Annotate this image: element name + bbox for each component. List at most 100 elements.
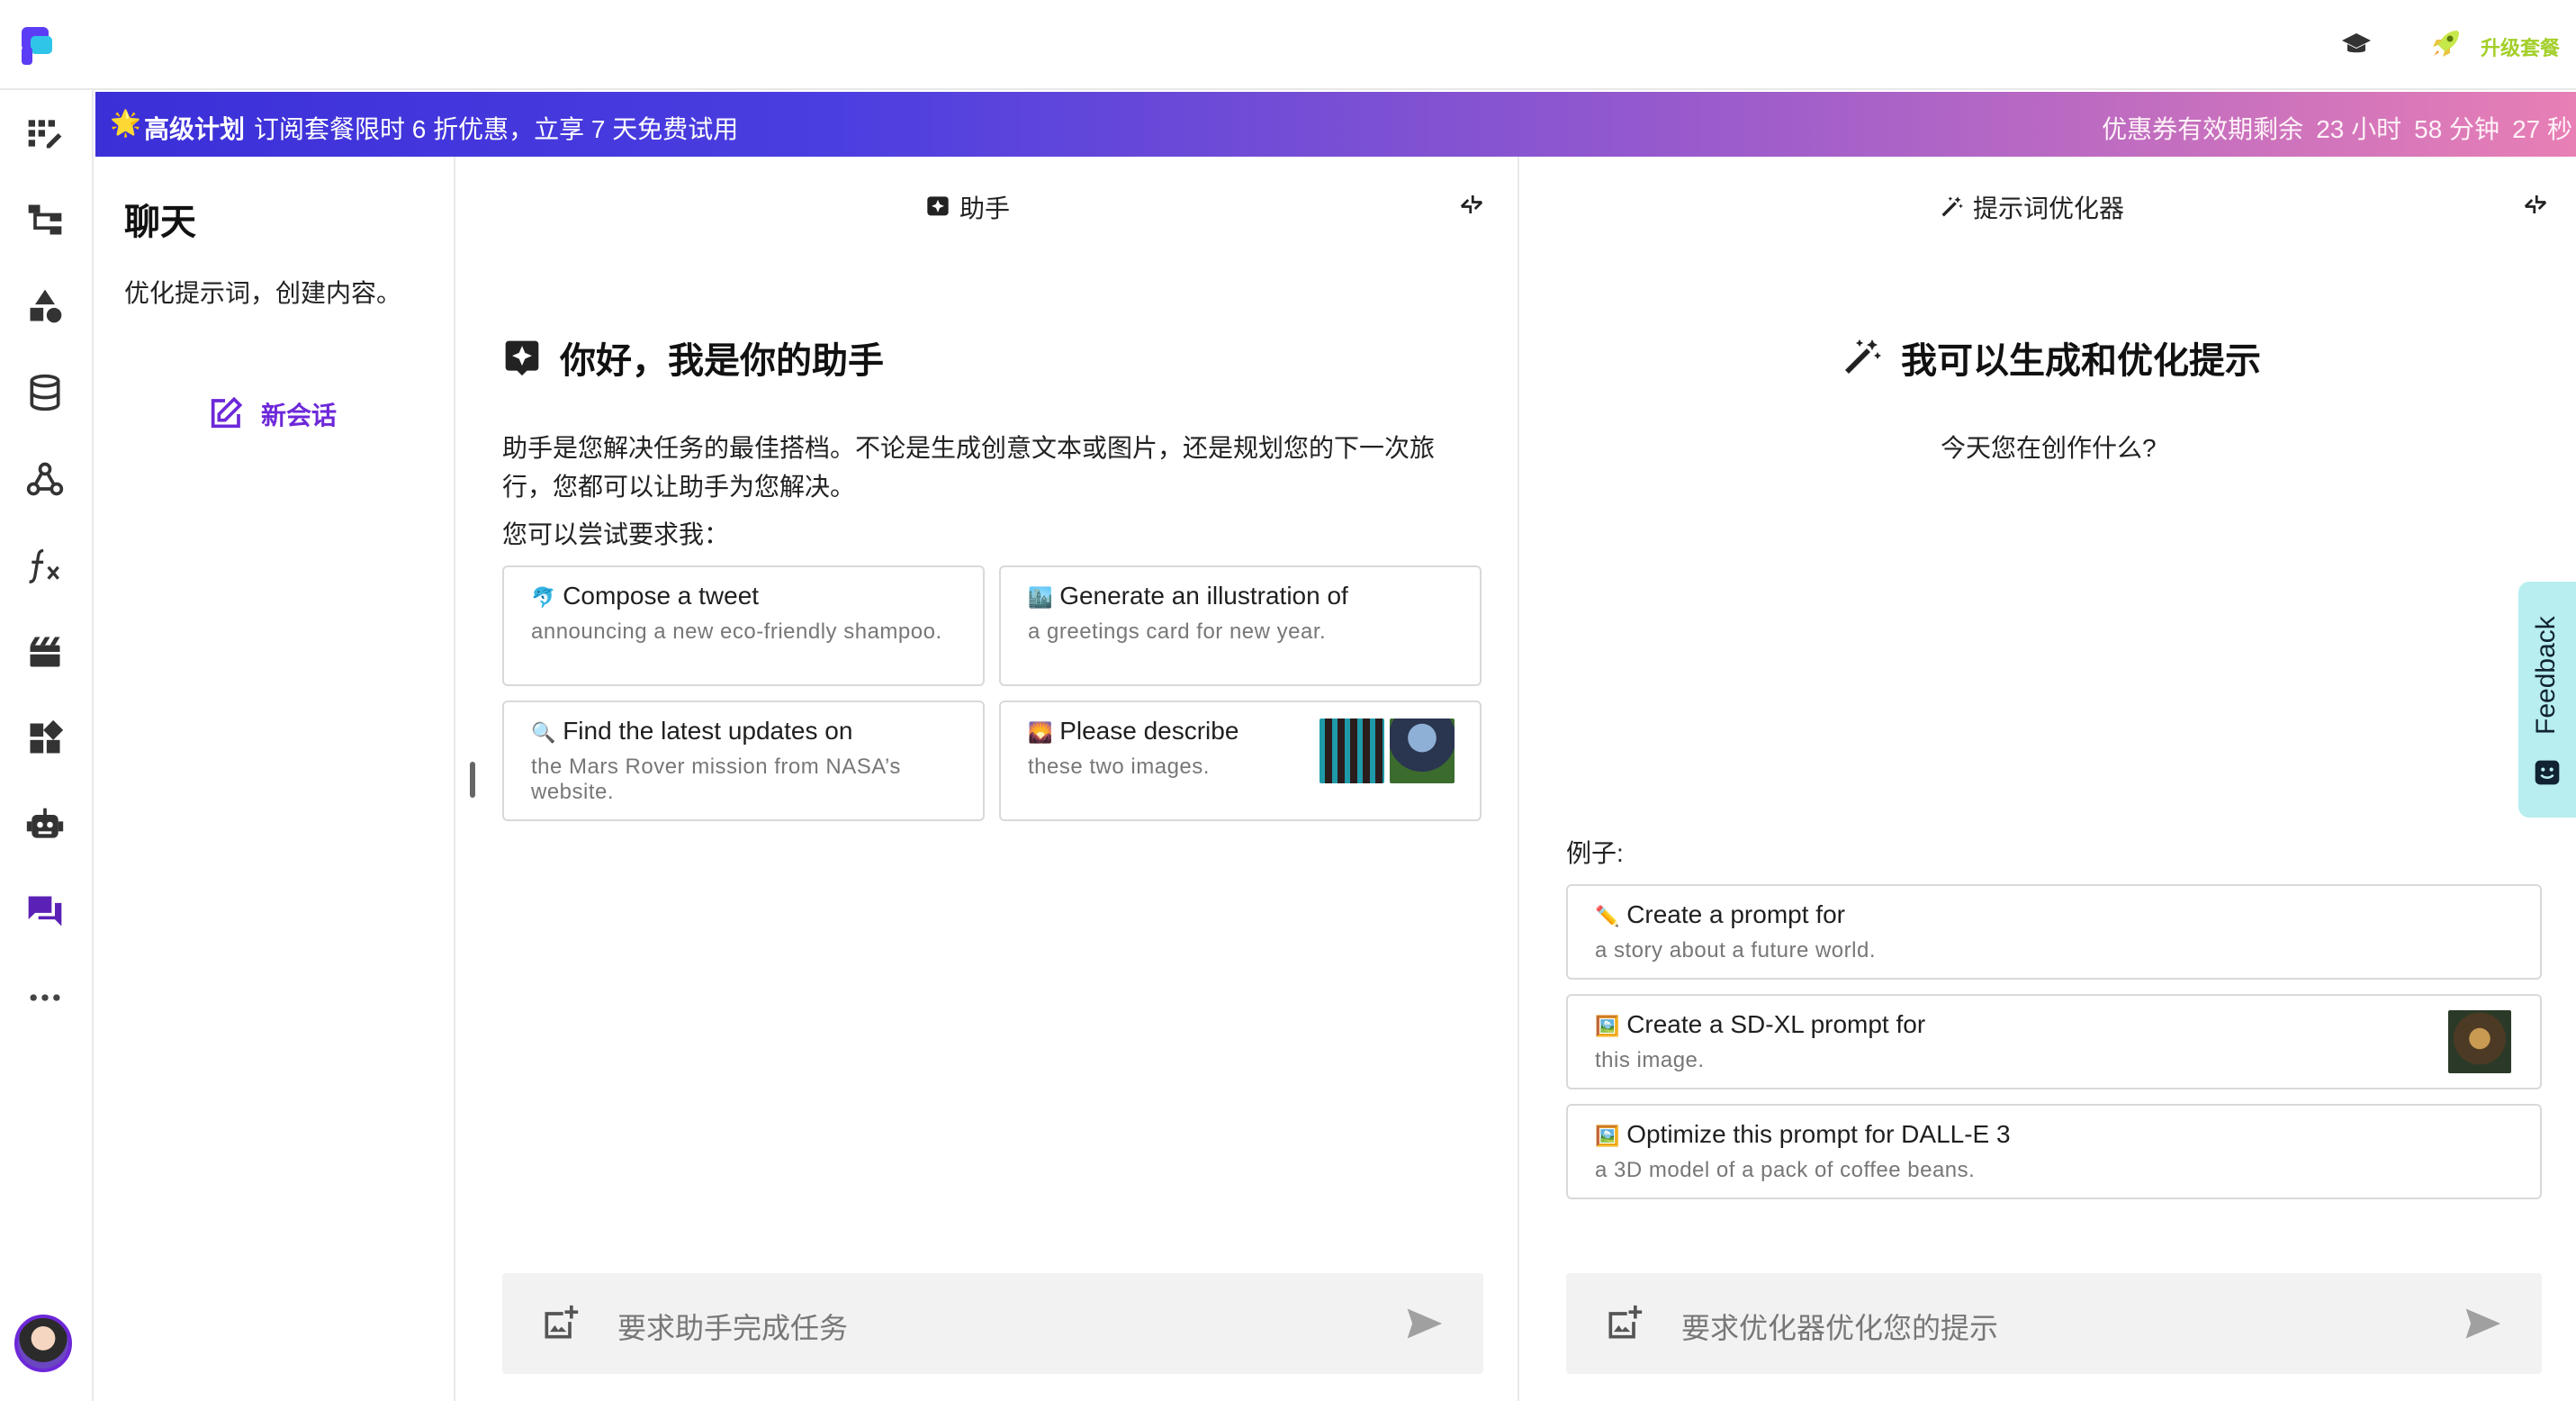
optimizer-panel-title: 提示词优化器: [1973, 194, 2125, 222]
webhook-icon: [26, 462, 64, 496]
optimizer-composer: 要求优化器优化您的提示: [1566, 1273, 2542, 1374]
countdown-minutes: 58 分钟: [2414, 115, 2500, 143]
assistant-icon: [505, 340, 539, 376]
collapse-icon[interactable]: [1456, 191, 1487, 218]
assistant-heading: 你好，我是你的助手: [502, 331, 884, 384]
optimizer-panel-header: 提示词优化器: [1939, 189, 2124, 225]
sidebar-item-functions[interactable]: [20, 540, 70, 591]
banner-offer-text: 订阅套餐限时 6 折优惠，立享 7 天免费试用: [254, 115, 739, 143]
assistant-composer: 要求助手完成任务: [502, 1273, 1483, 1374]
optimizer-heading-text: 我可以生成和优化提示: [1901, 341, 2261, 381]
function-icon: [29, 548, 59, 583]
sidebar-item-media[interactable]: [20, 627, 70, 677]
example-title: ✏️ Create a prompt for: [1595, 900, 1845, 928]
rocket-icon[interactable]: [2430, 27, 2463, 59]
suggestion-subtitle: announcing a new eco-friendly shampoo.: [531, 619, 942, 644]
resize-handle[interactable]: [470, 762, 475, 798]
magic-wand-icon: [1845, 339, 1881, 374]
assistant-input[interactable]: 要求助手完成任务: [617, 1306, 848, 1347]
optimizer-input[interactable]: 要求优化器优化您的提示: [1681, 1306, 1998, 1347]
collapse-icon[interactable]: [2520, 191, 2551, 218]
feedback-tab[interactable]: Feedback: [2518, 582, 2576, 818]
suggestion-title: 🏙️ Generate an illustration of: [1028, 582, 1348, 610]
sidebar-item-dashboard[interactable]: [20, 108, 70, 158]
assistant-panel-title: 助手: [959, 194, 1011, 222]
magic-wand-icon: [1941, 196, 1963, 217]
assistant-panel: 助手 你好，我是你的助手 助手是您解决任务的最佳搭档。不论是生成创意文本或图片，…: [457, 157, 1519, 1401]
star-icon: 🌟: [110, 109, 141, 137]
countdown-label: 优惠券有效期剩余: [2102, 115, 2304, 143]
shapes-icon: [30, 289, 62, 323]
user-avatar[interactable]: [14, 1315, 72, 1372]
sidebar-item-more[interactable]: [20, 972, 70, 1023]
sidebar-item-workflow[interactable]: [20, 194, 70, 245]
sidebar-item-bots[interactable]: [20, 800, 70, 850]
robot-icon: [26, 808, 64, 838]
assistant-heading-text: 你好，我是你的助手: [560, 341, 884, 381]
suggestion-card[interactable]: 🏙️ Generate an illustration of a greetin…: [999, 565, 1482, 686]
prompt-optimizer-panel: 提示词优化器 我可以生成和优化提示 今天您在创作什么? 例子: ✏️ Creat…: [1521, 157, 2576, 1401]
app-logo[interactable]: [22, 27, 56, 65]
sidebar-item-widgets[interactable]: [20, 713, 70, 764]
assistant-icon: [927, 196, 949, 216]
example-card[interactable]: ✏️ Create a prompt for a story about a f…: [1566, 884, 2542, 980]
database-icon: [30, 374, 60, 411]
new-chat-button[interactable]: 新会话: [207, 396, 337, 432]
example-card[interactable]: 🖼️ Optimize this prompt for DALL-E 3 a 3…: [1566, 1104, 2542, 1199]
sidebar-item-chat[interactable]: [20, 886, 70, 936]
sample-image-thumbnail: [1390, 719, 1455, 783]
suggestion-subtitle: a greetings card for new year.: [1028, 619, 1327, 644]
sample-image-thumbnail: [1320, 719, 1384, 783]
film-icon: [30, 637, 60, 667]
examples-label: 例子:: [1566, 839, 1624, 867]
countdown-hours: 23 小时: [2316, 115, 2402, 143]
more-icon: [30, 994, 60, 1001]
dashboard-icon: [28, 120, 62, 149]
optimizer-subtitle: 今天您在创作什么?: [1941, 434, 2157, 462]
sidebar-item-webhook[interactable]: [20, 454, 70, 504]
example-subtitle: this image.: [1595, 1048, 1705, 1072]
workflow-icon: [28, 204, 62, 235]
example-card[interactable]: 🖼️ Create a SD-XL prompt for this image.: [1566, 994, 2542, 1089]
add-image-icon[interactable]: [540, 1304, 580, 1343]
assistant-panel-header: 助手: [925, 189, 1010, 225]
example-title: 🖼️ Create a SD-XL prompt for: [1595, 1010, 1926, 1038]
edit-icon: [211, 396, 243, 429]
page-subtitle: 优化提示词，创建内容。: [124, 279, 402, 307]
top-bar: 升级套餐: [0, 0, 2576, 90]
sidebar-rail: [0, 90, 94, 1401]
feedback-label: Feedback: [2531, 616, 2561, 735]
suggestion-title: 🌄 Please describe: [1028, 717, 1239, 745]
suggestion-subtitle: the Mars Rover mission from NASA’s websi…: [531, 755, 901, 804]
upgrade-plan-link[interactable]: 升级套餐: [2481, 32, 2560, 61]
send-icon[interactable]: [1402, 1304, 1446, 1343]
promo-banner[interactable]: 🌟 高级计划 订阅套餐限时 6 折优惠，立享 7 天免费试用 优惠券有效期剩余 …: [95, 92, 2576, 157]
example-title: 🖼️ Optimize this prompt for DALL-E 3: [1595, 1120, 2011, 1148]
suggestion-title: 🐬 Compose a tweet: [531, 582, 760, 610]
new-chat-label: 新会话: [261, 402, 338, 429]
assistant-try-label: 您可以尝试要求我：: [502, 520, 730, 548]
chat-icon: [28, 896, 62, 926]
page-title: 聊天: [124, 203, 196, 242]
add-image-icon[interactable]: [1604, 1304, 1644, 1343]
chat-list-panel: 聊天 优化提示词，创建内容。 新会话: [95, 157, 455, 1401]
example-subtitle: a story about a future world.: [1595, 938, 1876, 963]
countdown-seconds: 27 秒: [2512, 115, 2572, 143]
optimizer-heading: 我可以生成和优化提示: [1840, 331, 2261, 384]
assistant-description: 助手是您解决任务的最佳搭档。不论是生成创意文本或图片，还是规划您的下一次旅行，您…: [502, 434, 1436, 501]
coupon-countdown: 优惠券有效期剩余 23 小时 58 分钟 27 秒: [2102, 110, 2576, 146]
graduation-cap-icon[interactable]: [2340, 30, 2373, 59]
suggestion-subtitle: these two images.: [1028, 755, 1210, 779]
sidebar-item-shapes[interactable]: [20, 281, 70, 331]
suggestion-card[interactable]: 🌄 Please describe these two images.: [999, 700, 1482, 821]
suggestion-title: 🔍 Find the latest updates on: [531, 717, 853, 745]
smiley-icon: [2535, 760, 2560, 785]
sidebar-item-database[interactable]: [20, 367, 70, 418]
suggestion-card[interactable]: 🐬 Compose a tweet announcing a new eco-f…: [502, 565, 985, 686]
example-subtitle: a 3D model of a pack of coffee beans.: [1595, 1158, 1976, 1182]
send-icon[interactable]: [2461, 1304, 2504, 1343]
banner-plan-name: 高级计划: [144, 115, 246, 143]
suggestion-card[interactable]: 🔍 Find the latest updates on the Mars Ro…: [502, 700, 985, 821]
sample-image-thumbnail: [2448, 1010, 2511, 1073]
widgets-icon: [30, 719, 64, 754]
